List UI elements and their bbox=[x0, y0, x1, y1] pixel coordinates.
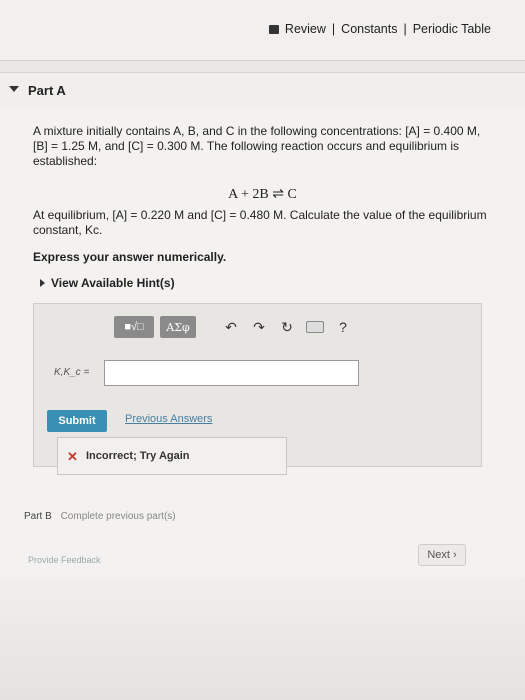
templates-button[interactable]: ■√□ bbox=[114, 316, 154, 338]
reset-icon[interactable]: ↻ bbox=[276, 316, 298, 338]
eq-line: At equilibrium, [A] = 0.220 M and [C] = … bbox=[33, 208, 487, 222]
answer-input[interactable] bbox=[104, 360, 359, 386]
answer-label: K,K_c = bbox=[54, 367, 90, 378]
part-a-header[interactable]: Part A bbox=[0, 72, 525, 109]
book-icon bbox=[268, 24, 279, 34]
x-icon: ✕ bbox=[67, 449, 78, 464]
provide-feedback-link[interactable]: Provide Feedback bbox=[28, 555, 101, 565]
problem-line: [B] = 1.25 M, and [C] = 0.300 M. The fol… bbox=[33, 139, 459, 153]
triangle-right-icon bbox=[40, 279, 45, 287]
feedback-box: ✕ Incorrect; Try Again bbox=[57, 437, 287, 475]
periodic-table-link[interactable]: Periodic Table bbox=[413, 22, 491, 36]
next-button[interactable]: Next › bbox=[418, 544, 466, 566]
feedback-text: Incorrect; Try Again bbox=[86, 450, 190, 462]
reaction-equation: A + 2B ⇌ C bbox=[228, 187, 297, 202]
problem-line: A mixture initially contains A, B, and C… bbox=[33, 124, 481, 138]
top-links: Review | Constants | Periodic Table bbox=[268, 22, 491, 36]
part-b-row: Part B Complete previous part(s) bbox=[24, 511, 176, 522]
part-b-label: Part B bbox=[24, 511, 52, 522]
instruction: Express your answer numerically. bbox=[33, 250, 227, 264]
eq-line: constant, Kc. bbox=[33, 223, 103, 237]
previous-answers-link[interactable]: Previous Answers bbox=[125, 413, 212, 425]
redo-icon[interactable]: ↷ bbox=[248, 316, 270, 338]
math-toolbar: ■√□ ΑΣφ ↶ ↷ ↻ ? bbox=[114, 316, 354, 338]
greek-symbols-button[interactable]: ΑΣφ bbox=[160, 316, 196, 338]
separator: | bbox=[331, 22, 336, 36]
bottom-area bbox=[0, 578, 525, 700]
part-a-title: Part A bbox=[28, 83, 66, 98]
part-a-content: A mixture initially contains A, B, and C… bbox=[0, 108, 525, 700]
constants-link[interactable]: Constants bbox=[341, 22, 397, 36]
separator: | bbox=[403, 22, 407, 36]
caret-down-icon[interactable] bbox=[9, 86, 19, 92]
hints-label[interactable]: View Available Hint(s) bbox=[51, 276, 175, 290]
undo-icon[interactable]: ↶ bbox=[220, 316, 242, 338]
keyboard-icon[interactable] bbox=[304, 316, 326, 338]
part-b-text: Complete previous part(s) bbox=[60, 511, 176, 522]
review-link[interactable]: Review bbox=[285, 22, 326, 36]
view-hints-toggle[interactable]: View Available Hint(s) bbox=[40, 276, 175, 290]
top-bar: Review | Constants | Periodic Table bbox=[0, 0, 525, 61]
submit-button[interactable]: Submit bbox=[47, 410, 107, 432]
equilibrium-statement: At equilibrium, [A] = 0.220 M and [C] = … bbox=[33, 208, 493, 238]
help-icon[interactable]: ? bbox=[332, 316, 354, 338]
problem-statement: A mixture initially contains A, B, and C… bbox=[33, 124, 493, 169]
problem-line: established: bbox=[33, 154, 98, 168]
